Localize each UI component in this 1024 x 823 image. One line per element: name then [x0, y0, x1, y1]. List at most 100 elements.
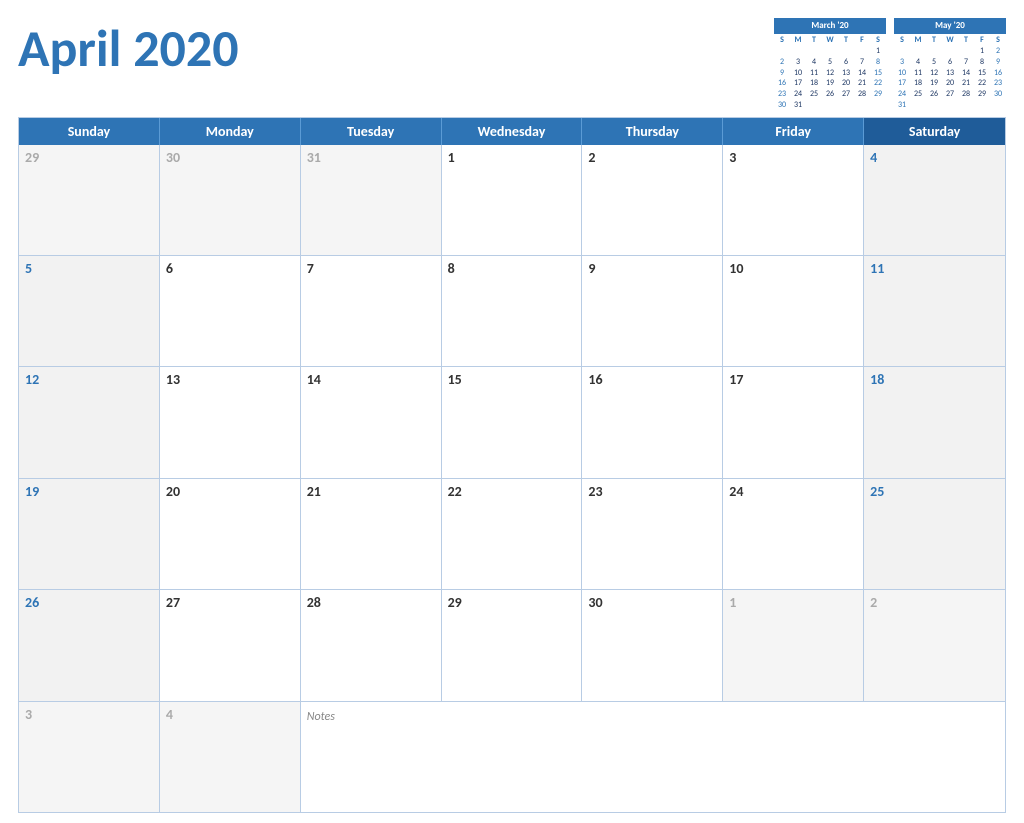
march-h-m: M [790, 35, 806, 46]
week-1: 29 30 31 1 2 3 4 [19, 145, 1005, 255]
week-5: 26 27 28 29 30 1 2 [19, 589, 1005, 700]
header-monday: Monday [160, 118, 301, 145]
header-wednesday: Wednesday [442, 118, 583, 145]
march-title: March '20 [774, 18, 886, 34]
calendar-header: Sunday Monday Tuesday Wednesday Thursday… [19, 118, 1005, 145]
day-26: 26 [25, 594, 153, 611]
day-17: 17 [729, 371, 857, 388]
notes-label: Notes [307, 710, 335, 724]
week-3: 12 13 14 15 16 17 18 [19, 366, 1005, 477]
march-h-s2: S [870, 35, 886, 46]
may-table: S M T W T F S 12 3456789 10111213141516 … [894, 35, 1006, 111]
day-19: 19 [25, 483, 153, 500]
march-h-w: W [822, 35, 838, 46]
cell-apr29: 29 [442, 590, 583, 700]
march-h-f: F [854, 35, 870, 46]
header-tuesday: Tuesday [301, 118, 442, 145]
header-thursday: Thursday [582, 118, 723, 145]
may-h-t2: T [958, 35, 974, 46]
day-16: 16 [588, 371, 716, 388]
day-18: 18 [870, 371, 999, 388]
cell-apr14: 14 [301, 367, 442, 477]
page-title: April 2020 [18, 18, 239, 74]
day-10: 10 [729, 260, 857, 277]
day-15: 15 [448, 371, 576, 388]
may-h-s2: S [990, 35, 1006, 46]
cell-apr25: 25 [864, 479, 1005, 589]
cell-may1: 1 [723, 590, 864, 700]
cell-apr9: 9 [582, 256, 723, 366]
march-h-t2: T [838, 35, 854, 46]
cell-apr18: 18 [864, 367, 1005, 477]
week-last: 3 4 Notes [19, 701, 1005, 812]
may-h-f: F [974, 35, 990, 46]
cell-apr1: 1 [442, 145, 583, 255]
cell-mar30: 30 [160, 145, 301, 255]
calendar-body: 29 30 31 1 2 3 4 5 6 7 8 9 10 11 12 [19, 145, 1005, 812]
day-2: 2 [588, 149, 716, 166]
day-8: 8 [448, 260, 576, 277]
cell-apr30: 30 [582, 590, 723, 700]
cell-apr7: 7 [301, 256, 442, 366]
day-13: 13 [166, 371, 294, 388]
may-title: May '20 [894, 18, 1006, 34]
cell-apr4: 4 [864, 145, 1005, 255]
mini-cal-may: May '20 S M T W T F S 12 3456789 1011121… [894, 18, 1006, 111]
day-31: 31 [307, 149, 435, 166]
day-25: 25 [870, 483, 999, 500]
cell-apr28: 28 [301, 590, 442, 700]
header-saturday: Saturday [864, 118, 1005, 145]
day-20: 20 [166, 483, 294, 500]
mini-cal-march: March '20 S M T W T F S 1 2345678 910111… [774, 18, 886, 111]
cell-apr24: 24 [723, 479, 864, 589]
may-h-t: T [926, 35, 942, 46]
march-table: S M T W T F S 1 2345678 9101112131415 16… [774, 35, 886, 111]
march-h-t: T [806, 35, 822, 46]
cell-may3: 3 [19, 702, 160, 812]
cell-apr13: 13 [160, 367, 301, 477]
may-h-m: M [910, 35, 926, 46]
cell-apr8: 8 [442, 256, 583, 366]
cell-apr21: 21 [301, 479, 442, 589]
cell-apr16: 16 [582, 367, 723, 477]
may-h-s: S [894, 35, 910, 46]
mini-calendars: March '20 S M T W T F S 1 2345678 910111… [774, 18, 1006, 111]
week-4: 19 20 21 22 23 24 25 [19, 478, 1005, 589]
march-h-s: S [774, 35, 790, 46]
day-may4: 4 [166, 706, 294, 723]
cell-apr22: 22 [442, 479, 583, 589]
day-29: 29 [25, 149, 153, 166]
day-6: 6 [166, 260, 294, 277]
cell-apr23: 23 [582, 479, 723, 589]
day-30: 30 [166, 149, 294, 166]
day-may1: 1 [729, 594, 857, 611]
day-21: 21 [307, 483, 435, 500]
page: April 2020 March '20 S M T W T F S 1 2 [0, 0, 1024, 823]
day-29b: 29 [448, 594, 576, 611]
may-h-w: W [942, 35, 958, 46]
day-may2: 2 [870, 594, 999, 611]
day-7: 7 [307, 260, 435, 277]
day-may3: 3 [25, 706, 153, 723]
day-14: 14 [307, 371, 435, 388]
header-sunday: Sunday [19, 118, 160, 145]
cell-apr5: 5 [19, 256, 160, 366]
cell-apr11: 11 [864, 256, 1005, 366]
cell-apr10: 10 [723, 256, 864, 366]
header-row: April 2020 March '20 S M T W T F S 1 2 [18, 18, 1006, 111]
day-1: 1 [448, 149, 576, 166]
cell-mar31: 31 [301, 145, 442, 255]
cell-apr2: 2 [582, 145, 723, 255]
day-30b: 30 [588, 594, 716, 611]
week-2: 5 6 7 8 9 10 11 [19, 255, 1005, 366]
cell-apr27: 27 [160, 590, 301, 700]
day-9: 9 [588, 260, 716, 277]
cell-apr15: 15 [442, 367, 583, 477]
day-24: 24 [729, 483, 857, 500]
cell-apr19: 19 [19, 479, 160, 589]
cell-apr6: 6 [160, 256, 301, 366]
cell-apr17: 17 [723, 367, 864, 477]
day-4: 4 [870, 149, 999, 166]
cell-may4: 4 [160, 702, 301, 812]
notes-cell: Notes [301, 702, 1005, 812]
